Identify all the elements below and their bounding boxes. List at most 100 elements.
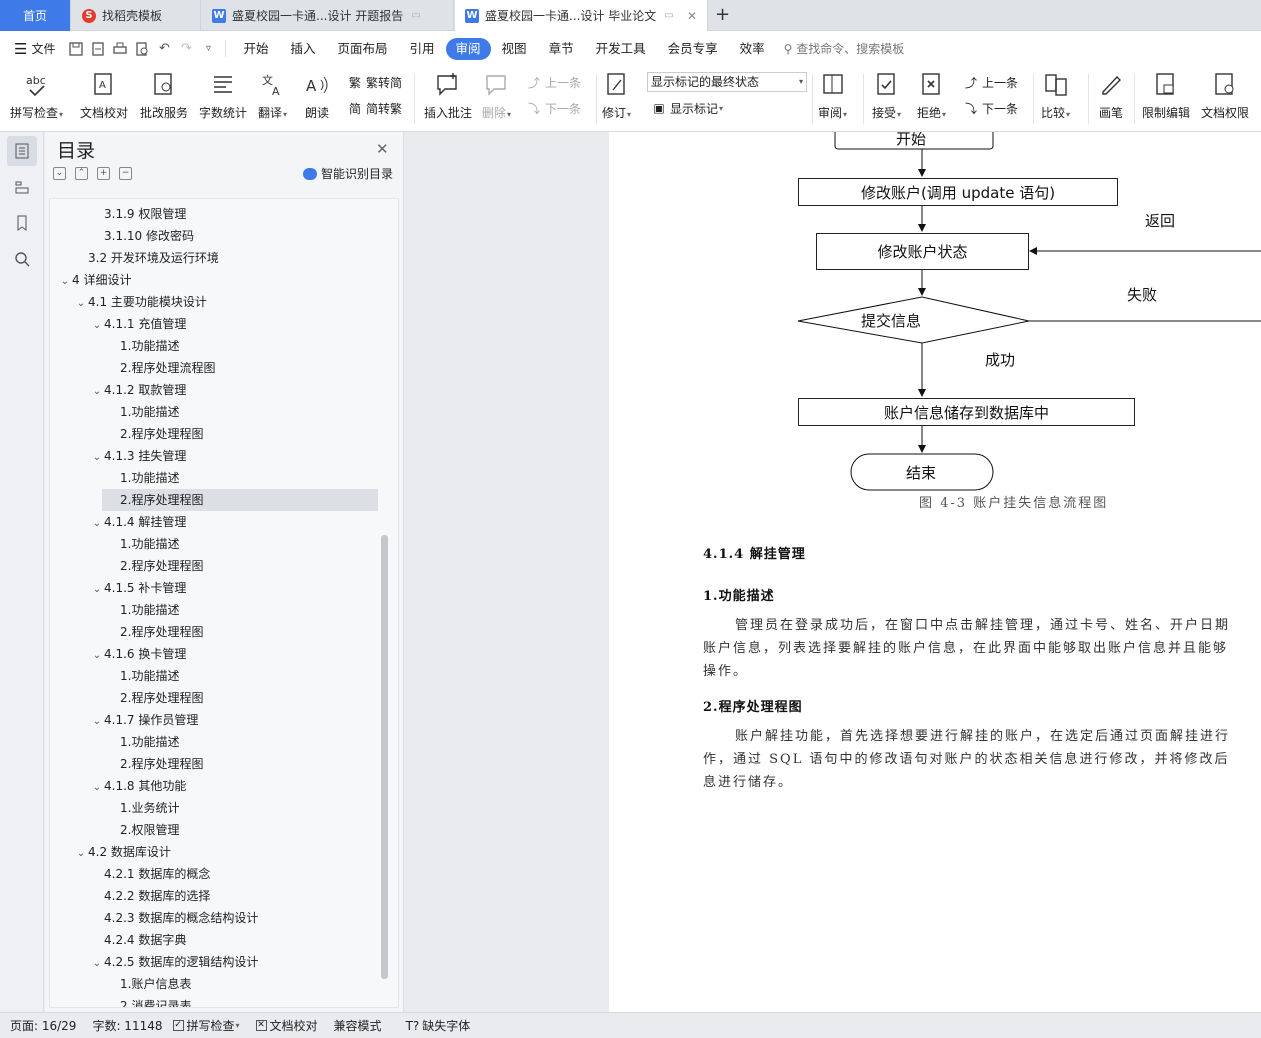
toc-item[interactable]: 2.程序处理程图 [50,753,380,775]
search-command[interactable]: ⚲ 查找命令、搜索模板 [784,40,905,57]
menu-tab[interactable]: 引用 [399,38,446,60]
toc-item[interactable]: ⌄ 4.1.4 解挂管理 [50,511,380,533]
toc-item[interactable]: 2.程序处理程图 [50,687,380,709]
toc-item[interactable]: 2.程序处理程图 [50,555,380,577]
toc-item[interactable]: 2.权限管理 [50,819,380,841]
chevron-down-icon[interactable]: ⌄ [90,579,104,601]
next-comment-button[interactable]: ⤵ 下一条 [526,98,581,118]
spellcheck-button[interactable]: abc 拼写检查▾ [10,70,63,126]
file-menu[interactable]: ☰ 文件 [0,40,65,58]
prev-comment-button[interactable]: ⤴ 上一条 [526,72,581,92]
delete-comment-button[interactable]: 删除▾ [482,70,511,126]
doc-proofread-button[interactable]: A 文档校对 [80,70,128,126]
chevron-down-icon[interactable]: ⌄ [90,447,104,469]
toc-item[interactable]: ⌄ 4 详细设计 [50,269,380,291]
show-markup-button[interactable]: ▣ 显示标记 ▾ [651,98,723,118]
chevron-down-icon[interactable]: ⌄ [74,843,88,865]
toc-item[interactable]: 1.功能描述 [50,665,380,687]
toc-item[interactable]: ⌄ 4.2.5 数据库的逻辑结构设计 [50,951,380,973]
smart-toc-button[interactable]: 智能识别目录 [303,165,393,182]
toc-item[interactable]: 2.程序处理程图 [102,489,378,511]
chevron-down-icon[interactable]: ⌄ [90,315,104,337]
insert-comment-button[interactable]: 插入批注 [424,70,472,126]
toc-scrollbar[interactable] [381,535,388,979]
toc-item[interactable]: ⌄ 4.2 数据库设计 [50,841,380,863]
toc-item[interactable]: 2.消费记录表 [50,995,380,1007]
prev-change-button[interactable]: ⤴ 上一条 [963,72,1018,92]
track-changes-button[interactable]: 修订▾ [602,70,631,126]
doc-permission-button[interactable]: 文档权限 [1201,70,1249,126]
tab-home[interactable]: 首页 [0,0,71,31]
pen-button[interactable]: 画笔 [1097,70,1125,126]
toc-item[interactable]: 1.功能描述 [50,599,380,621]
tab-proposal-doc[interactable]: W 盛夏校园一卡通...设计 开题报告 ▭ [202,0,454,31]
toc-item[interactable]: 3.2 开发环境及运行环境 [50,247,380,269]
save-icon[interactable] [65,38,87,60]
add-level-icon[interactable]: + [97,167,110,180]
toc-item[interactable]: ⌄ 4.1.7 操作员管理 [50,709,380,731]
menu-tab[interactable]: 开始 [232,38,279,60]
menu-tab[interactable]: 开发工具 [585,38,657,60]
chevron-down-icon[interactable]: ⌄ [90,711,104,733]
missing-font-button[interactable]: T? 缺失字体 [406,1017,471,1034]
accept-button[interactable]: 接受▾ [872,70,901,126]
export-pdf-icon[interactable] [87,38,109,60]
toc-item[interactable]: 2.程序处理程图 [50,423,380,445]
close-icon[interactable]: ✕ [376,140,389,158]
page-indicator[interactable]: 页面: 16/29 [10,1017,76,1034]
toc-item[interactable]: 1.账户信息表 [50,973,380,995]
display-state-select[interactable]: 显示标记的最终状态 ▾ [647,72,807,92]
tab-thesis-doc[interactable]: W 盛夏校园一卡通...设计 毕业论文 ▭ ✕ [455,0,708,31]
spellcheck-toggle[interactable]: ✓ 拼写检查 ▾ [172,1017,240,1034]
chevron-down-icon[interactable]: ⌄ [90,953,104,975]
menu-tab[interactable]: 效率 [729,38,776,60]
customize-quick-access-icon[interactable]: ▿ [197,38,219,60]
search-icon[interactable] [7,244,37,274]
chevron-down-icon[interactable]: ⌄ [90,777,104,799]
menu-tab[interactable]: 页面布局 [327,38,399,60]
review-pane-button[interactable]: 审阅▾ [818,70,847,126]
word-count-button[interactable]: 字数统计 [199,70,247,126]
batch-service-button[interactable]: 批改服务 [140,70,188,126]
menu-tab[interactable]: 章节 [538,38,585,60]
toc-item[interactable]: 4.2.4 数据字典 [50,929,380,951]
chevron-down-icon[interactable]: ⌄ [90,513,104,535]
toc-item[interactable]: 1.功能描述 [50,533,380,555]
toc-item[interactable]: 2.程序处理流程图 [50,357,380,379]
simp-to-trad-button[interactable]: 简简转繁 [347,98,402,118]
tab-template[interactable]: S 找稻壳模板 [72,0,201,31]
chevron-down-icon[interactable]: ⌄ [58,271,72,293]
toc-item[interactable]: 3.1.9 权限管理 [50,203,380,225]
compare-button[interactable]: 比较▾ [1041,70,1070,126]
restrict-editing-button[interactable]: 限制编辑 [1142,70,1190,126]
read-aloud-button[interactable]: A 朗读 [303,70,331,126]
toc-item[interactable]: ⌄ 4.1.6 换卡管理 [50,643,380,665]
toc-item[interactable]: 2.程序处理程图 [50,621,380,643]
translate-button[interactable]: 文A 翻译▾ [258,70,287,126]
bookmark-icon[interactable] [7,208,37,238]
toc-item[interactable]: 1.业务统计 [50,797,380,819]
toc-item[interactable]: ⌄ 4.1.8 其他功能 [50,775,380,797]
word-count-indicator[interactable]: 字数: 11148 [92,1017,162,1034]
remove-level-icon[interactable]: − [119,167,132,180]
chevron-down-icon[interactable]: ⌄ [90,645,104,667]
print-preview-icon[interactable] [131,38,153,60]
reject-button[interactable]: 拒绝▾ [917,70,946,126]
menu-tab[interactable]: 会员专享 [657,38,729,60]
redo-icon[interactable]: ↷ [175,38,197,60]
outline-icon[interactable] [6,136,37,166]
toc-item[interactable]: ⌄ 4.1.3 挂失管理 [50,445,380,467]
new-tab-button[interactable]: + [715,4,730,25]
toc-item[interactable]: ⌄ 4.1.1 充值管理 [50,313,380,335]
chevron-down-icon[interactable]: ⌄ [90,381,104,403]
proofread-toggle[interactable]: ✕ 文档校对 [255,1017,318,1034]
close-tab-icon[interactable]: ✕ [681,9,697,23]
toc-item[interactable]: ⌄ 4.1.2 取款管理 [50,379,380,401]
toc-item[interactable]: 1.功能描述 [50,467,380,489]
menu-tab[interactable]: 视图 [491,38,538,60]
toc-item[interactable]: 1.功能描述 [50,731,380,753]
collapse-all-icon[interactable]: ⌄ [53,167,66,180]
chapter-nav-icon[interactable] [7,172,37,202]
toc-item[interactable]: ⌄ 4.1.5 补卡管理 [50,577,380,599]
toc-item[interactable]: 4.2.2 数据库的选择 [50,885,380,907]
